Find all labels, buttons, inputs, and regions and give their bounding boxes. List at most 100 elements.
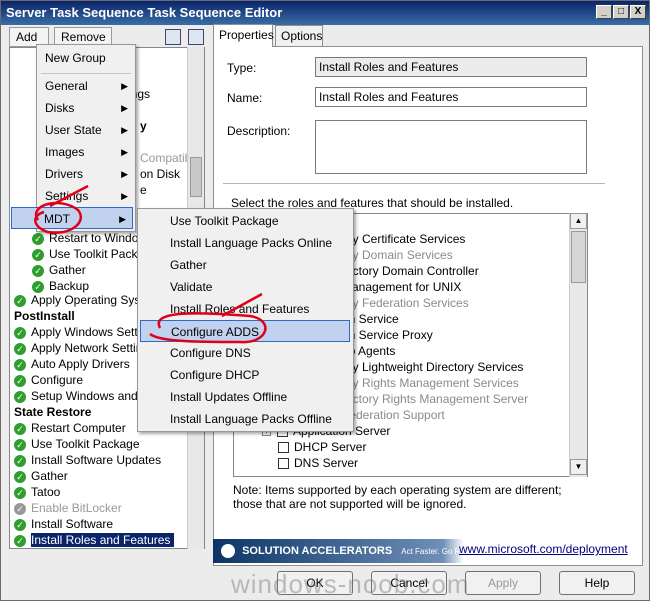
- menu-item-label: User State: [45, 123, 102, 137]
- success-check-icon: ✓: [32, 248, 44, 261]
- tree-item-selected[interactable]: ✓ Install Roles and Features: [14, 532, 175, 548]
- role-item[interactable]: on Service Proxy: [342, 327, 433, 343]
- apply-button[interactable]: Apply: [465, 571, 541, 595]
- menu-item-drivers[interactable]: Drivers ▶: [39, 163, 134, 185]
- tree-item-disabled[interactable]: ✓ Enable BitLocker: [14, 500, 122, 516]
- menu-item-configure-adds[interactable]: Configure ADDS: [140, 320, 350, 342]
- success-check-icon: ✓: [14, 470, 26, 483]
- tree-item-label: Apply Operating Syste: [31, 293, 151, 307]
- tree-item-label: Gather: [31, 469, 68, 483]
- menu-item-gather[interactable]: Gather: [140, 254, 350, 276]
- tree-item[interactable]: ✓ Restart Computer: [14, 420, 126, 436]
- tree-item[interactable]: ✓ Use Toolkit Packag: [32, 246, 151, 262]
- tree-item-label: Setup Windows and C: [31, 389, 150, 403]
- tree-item[interactable]: ✓ Auto Apply Drivers: [14, 356, 130, 372]
- tree-item-label: Install Software: [31, 517, 114, 531]
- chevron-right-icon: ▶: [121, 191, 128, 201]
- tree-item[interactable]: ✓ Tatoo: [14, 484, 60, 500]
- menu-item-configure-dns[interactable]: Configure DNS: [140, 342, 350, 364]
- menu-item-install-roles-and-features[interactable]: Install Roles and Features: [140, 298, 350, 320]
- role-item[interactable]: ory Domain Services: [342, 247, 453, 263]
- move-down-icon[interactable]: [188, 29, 204, 45]
- tree-item[interactable]: ✓ Gather: [32, 262, 86, 278]
- role-item[interactable]: ory Rights Management Services: [342, 375, 519, 391]
- success-check-icon: ✓: [14, 454, 26, 467]
- tree-item[interactable]: ✓ Apply Network Setting: [14, 340, 149, 356]
- tree-item[interactable]: ✓ Gather: [14, 468, 68, 484]
- move-up-icon[interactable]: [165, 29, 181, 45]
- tree-item[interactable]: ✓ Apply Windows Settin: [14, 324, 147, 340]
- chevron-right-icon: ▶: [121, 147, 128, 157]
- tab-options[interactable]: Options: [275, 25, 323, 46]
- chevron-right-icon: ▶: [119, 214, 126, 224]
- tree-item[interactable]: ✓ Install Software: [14, 516, 113, 532]
- tree-item-label: Configure: [31, 373, 84, 387]
- tree-item[interactable]: ✓ Restart to Window: [32, 230, 147, 246]
- tree-item-partial[interactable]: on Disk: [140, 166, 180, 182]
- tree-item[interactable]: ✓ Configure: [14, 372, 83, 388]
- menu-item-mdt[interactable]: MDT ▶: [11, 207, 133, 229]
- tree-group-state-restore[interactable]: State Restore: [14, 404, 91, 420]
- tree-item-label: Install Software Updates: [31, 453, 162, 467]
- success-check-icon: ✓: [32, 232, 44, 245]
- menu-item-install-language-packs-offline[interactable]: Install Language Packs Offline: [140, 408, 350, 430]
- menu-item-validate[interactable]: Validate: [140, 276, 350, 298]
- maximize-button[interactable]: □: [613, 5, 629, 19]
- scroll-thumb[interactable]: [190, 157, 202, 197]
- checkbox[interactable]: [278, 458, 289, 470]
- tree-item-partial[interactable]: e: [140, 182, 147, 198]
- tab-properties[interactable]: Properties: [213, 24, 274, 47]
- help-button[interactable]: Help: [559, 571, 635, 595]
- role-item[interactable]: ory Certificate Services: [342, 231, 465, 247]
- tree-item-label: Apply Windows Settin: [31, 325, 148, 339]
- role-item[interactable]: Management for UNIX: [342, 279, 461, 295]
- tree-item[interactable]: ✓ Apply Operating Syste: [14, 292, 150, 308]
- chevron-right-icon: ▶: [121, 125, 128, 135]
- menu-item-use-toolkit-package[interactable]: Use Toolkit Package: [140, 210, 350, 232]
- scroll-down-icon[interactable]: ▼: [570, 459, 587, 475]
- tree-item-label: Restart Computer: [31, 421, 126, 435]
- title-bar: Server Task Sequence Task Sequence Edito…: [1, 1, 649, 25]
- close-button[interactable]: X: [630, 5, 646, 19]
- scroll-up-icon[interactable]: ▲: [570, 213, 587, 229]
- menu-item-settings[interactable]: Settings ▶: [39, 185, 134, 207]
- chevron-right-icon: ▶: [121, 81, 128, 91]
- role-item[interactable]: ory Lightweight Directory Services: [342, 359, 523, 375]
- name-field[interactable]: Install Roles and Features: [315, 87, 587, 107]
- role-item[interactable]: rectory Rights Management Server: [342, 391, 528, 407]
- deployment-link[interactable]: www.microsoft.com/deployment: [459, 542, 628, 556]
- minimize-button[interactable]: _: [596, 5, 612, 19]
- role-item[interactable]: Federation Support: [342, 407, 445, 423]
- menu-item-install-updates-offline[interactable]: Install Updates Offline: [140, 386, 350, 408]
- ok-button[interactable]: OK: [277, 571, 353, 595]
- tree-item[interactable]: ✓ Install Software Updates: [14, 452, 161, 468]
- menu-item-label: General: [45, 79, 88, 93]
- menu-item-user-state[interactable]: User State ▶: [39, 119, 134, 141]
- tree-item-partial[interactable]: y: [140, 118, 147, 134]
- description-field[interactable]: [315, 120, 587, 174]
- roles-scrollbar[interactable]: ▲ ▼: [569, 213, 587, 477]
- tree-group-postinstall[interactable]: PostInstall: [14, 308, 75, 324]
- success-check-icon: ✓: [14, 518, 26, 531]
- tree-item-partial[interactable]: Compatibi: [140, 150, 194, 166]
- menu-item-general[interactable]: General ▶: [39, 75, 134, 97]
- description-label: Description:: [227, 124, 291, 138]
- menu-item-configure-dhcp[interactable]: Configure DHCP: [140, 364, 350, 386]
- cancel-button[interactable]: Cancel: [371, 571, 447, 595]
- menu-item-install-language-packs-online[interactable]: Install Language Packs Online: [140, 232, 350, 254]
- menu-item-new-group[interactable]: New Group: [39, 47, 134, 69]
- role-item[interactable]: DHCP Server: [278, 439, 366, 455]
- success-check-icon: ✓: [14, 358, 26, 371]
- success-check-icon: ✓: [14, 326, 26, 339]
- tree-item[interactable]: ✓ Setup Windows and C: [14, 388, 150, 404]
- type-field: Install Roles and Features: [315, 57, 587, 77]
- divider: [223, 183, 605, 184]
- role-item[interactable]: DNS Server: [278, 455, 358, 471]
- menu-item-disks[interactable]: Disks ▶: [39, 97, 134, 119]
- role-item[interactable]: rectory Domain Controller: [342, 263, 479, 279]
- role-item[interactable]: ory Federation Services: [342, 295, 469, 311]
- tree-item[interactable]: ✓ Use Toolkit Package: [14, 436, 140, 452]
- scroll-thumb[interactable]: [571, 231, 586, 283]
- checkbox[interactable]: [278, 442, 289, 454]
- menu-item-images[interactable]: Images ▶: [39, 141, 134, 163]
